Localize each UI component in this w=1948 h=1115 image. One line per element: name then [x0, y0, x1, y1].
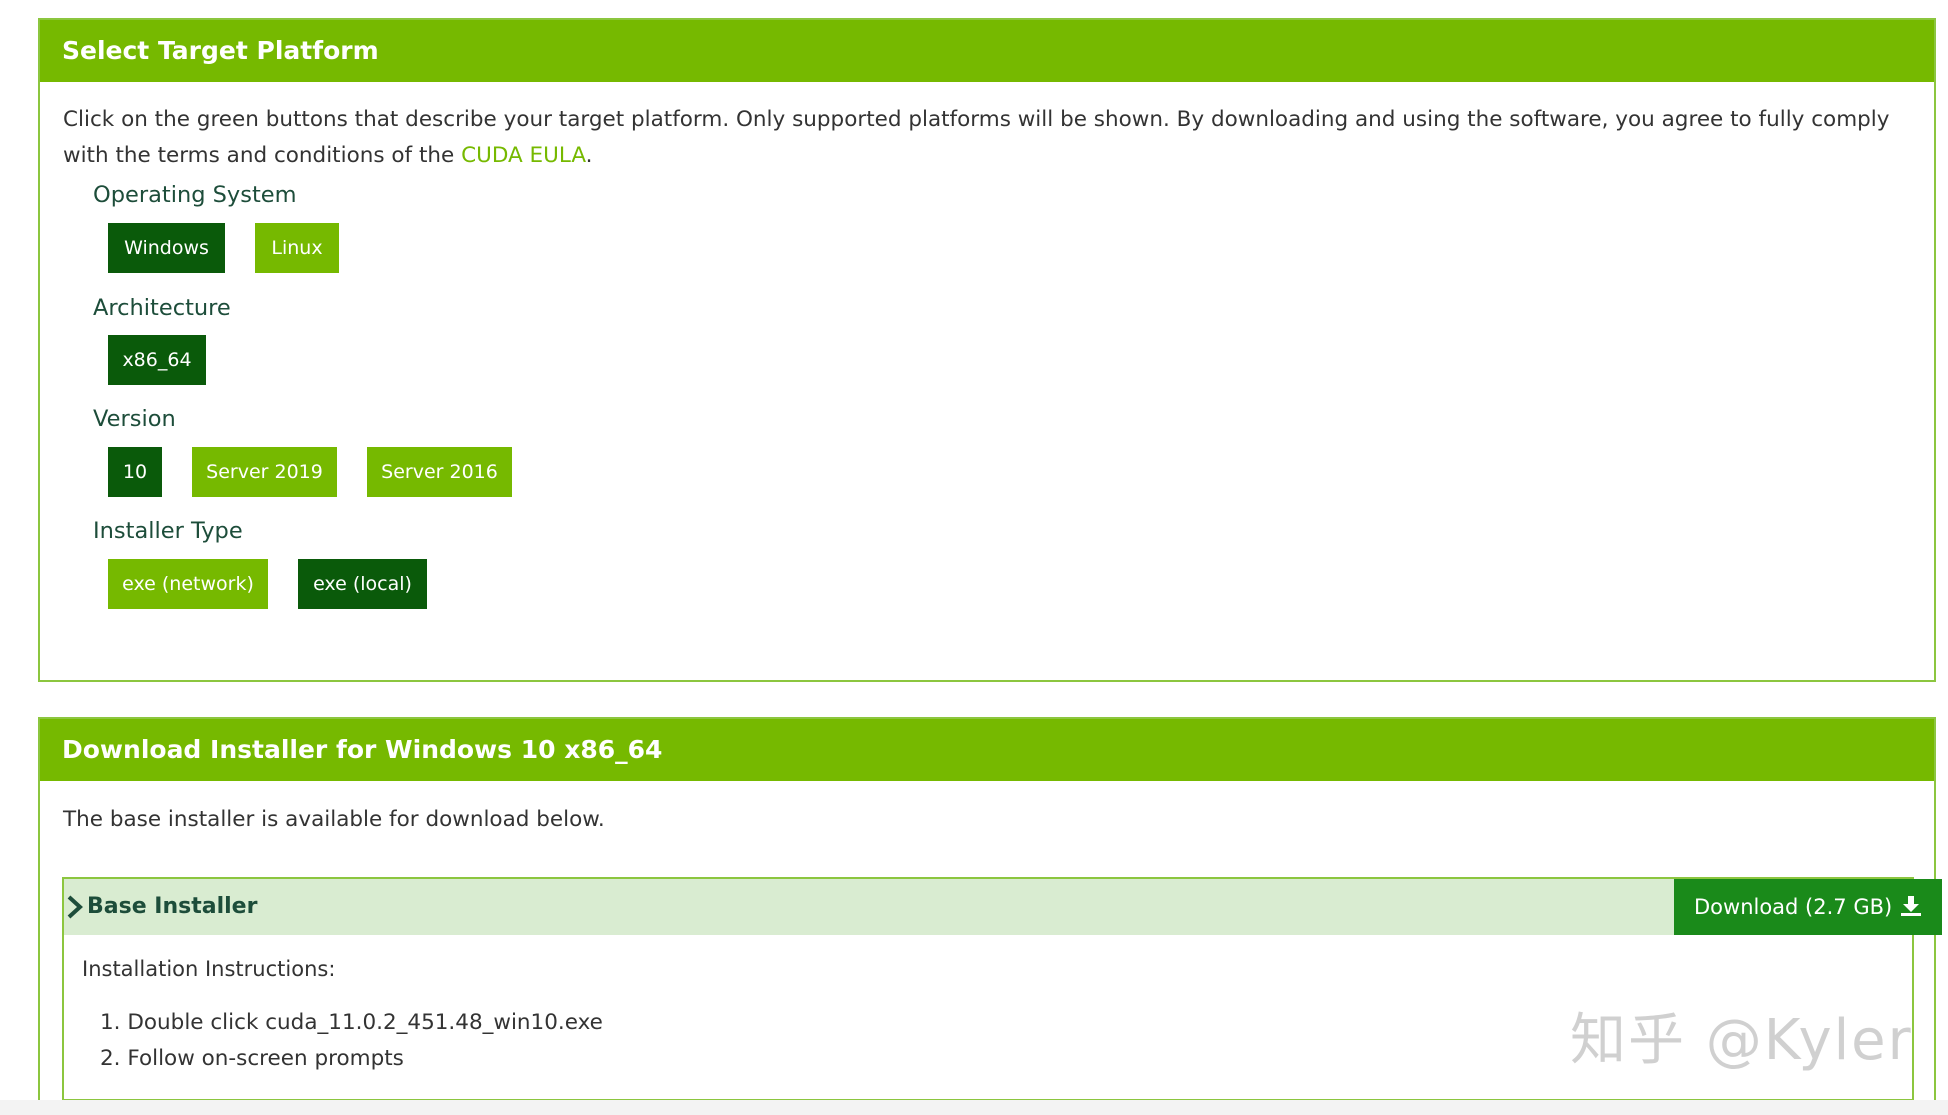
intro-end: . — [585, 143, 593, 168]
architecture-option-x86-64[interactable]: x86_64 — [108, 335, 206, 385]
instruction-steps: 1. Double click cuda_11.0.2_451.48_win10… — [100, 1005, 603, 1077]
instruction-step: 2. Follow on-screen prompts — [100, 1046, 404, 1071]
installer-option-exe-network[interactable]: exe (network) — [108, 559, 268, 609]
version-label: Version — [93, 406, 176, 432]
download-icon — [1901, 896, 1921, 916]
page: Select Target Platform Click on the gree… — [0, 0, 1948, 1115]
select-target-platform-panel: Select Target Platform Click on the gree… — [38, 18, 1936, 682]
version-option-server-2019[interactable]: Server 2019 — [192, 447, 337, 497]
cuda-eula-link[interactable]: CUDA EULA — [461, 143, 586, 168]
os-option-windows[interactable]: Windows — [108, 223, 225, 273]
chevron-right-icon — [67, 895, 83, 919]
base-installer-title: Base Installer — [87, 894, 258, 919]
intro-body: Click on the green buttons that describe… — [63, 107, 1890, 168]
base-installer-bar[interactable]: Base Installer Download (2.7 GB) — [64, 879, 1942, 935]
panel-title: Select Target Platform — [40, 20, 1934, 82]
download-button-label: Download (2.7 GB) — [1694, 895, 1893, 919]
architecture-label: Architecture — [93, 295, 231, 321]
watermark: 知乎 @Kyler — [1570, 1008, 1913, 1073]
instruction-step: 1. Double click cuda_11.0.2_451.48_win10… — [100, 1010, 603, 1035]
installer-type-label: Installer Type — [93, 518, 243, 544]
intro-text: Click on the green buttons that describe… — [63, 102, 1908, 174]
installation-instructions-heading: Installation Instructions: — [82, 957, 336, 981]
download-panel-title: Download Installer for Windows 10 x86_64 — [40, 719, 1934, 781]
version-option-10[interactable]: 10 — [108, 447, 162, 497]
bottom-strip — [0, 1100, 1948, 1115]
os-option-linux[interactable]: Linux — [255, 223, 339, 273]
download-description: The base installer is available for down… — [63, 807, 605, 832]
installer-option-exe-local[interactable]: exe (local) — [298, 559, 427, 609]
download-button[interactable]: Download (2.7 GB) — [1674, 879, 1942, 935]
os-label: Operating System — [93, 182, 297, 208]
version-option-server-2016[interactable]: Server 2016 — [367, 447, 512, 497]
